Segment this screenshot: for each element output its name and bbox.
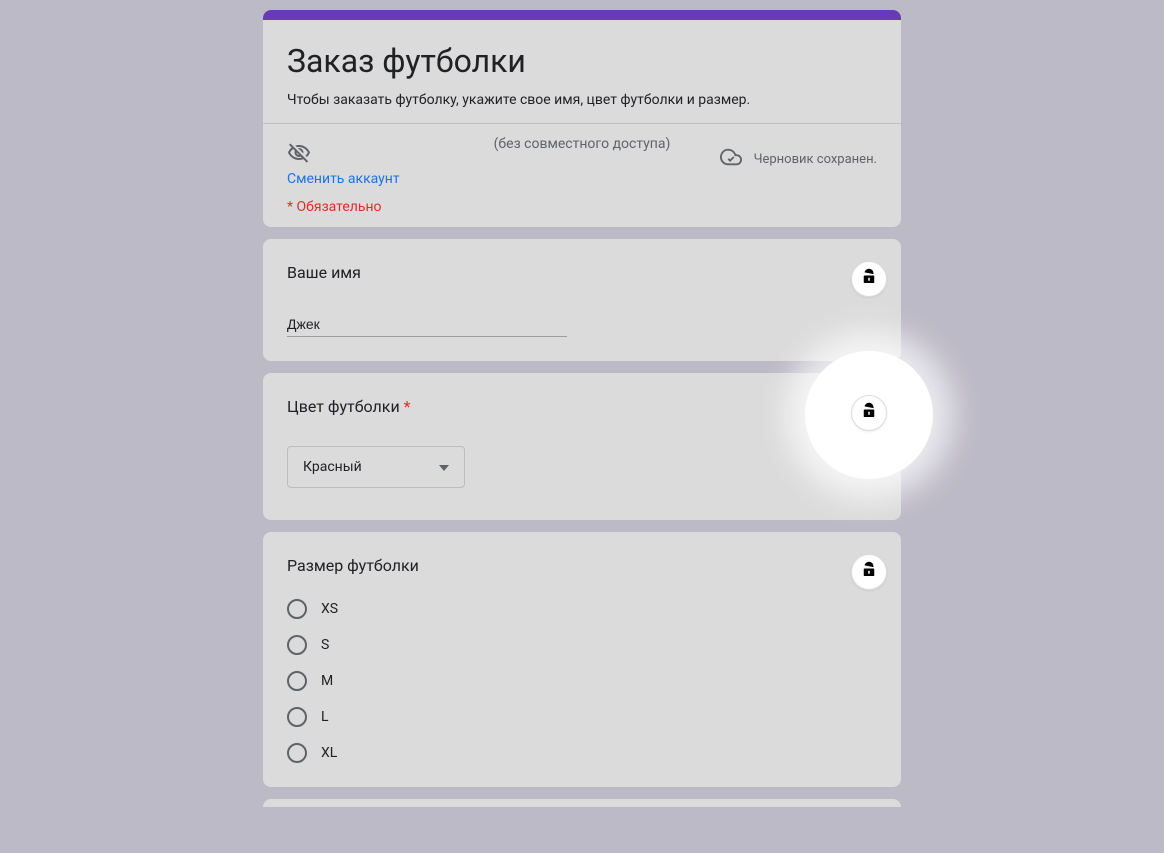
unlock-icon (860, 268, 878, 290)
form-description: Чтобы заказать футболку, укажите свое им… (287, 92, 877, 108)
question-card-size: Размер футболки XS S M L XL (263, 532, 901, 787)
question-label-color: Цвет футболки * (287, 397, 877, 416)
question-card-next (263, 799, 901, 807)
radio-option[interactable]: S (287, 635, 877, 655)
visibility-off-icon (287, 141, 311, 165)
radio-label: XS (321, 601, 338, 617)
radio-circle-icon (287, 707, 307, 727)
color-select[interactable]: Красный (287, 446, 465, 488)
radio-label: XL (321, 745, 337, 761)
required-note: * Обязательно (287, 199, 877, 215)
radio-circle-icon (287, 743, 307, 763)
cloud-done-icon (720, 146, 742, 172)
question-card-name: Ваше имя (263, 239, 901, 361)
radio-option[interactable]: XL (287, 743, 877, 763)
form-title: Заказ футболки (287, 42, 877, 80)
radio-label: S (321, 637, 329, 653)
radio-label: M (321, 673, 333, 689)
radio-option[interactable]: L (287, 707, 877, 727)
name-input[interactable] (287, 312, 567, 337)
radio-circle-icon (287, 599, 307, 619)
unlock-icon (860, 561, 878, 583)
color-selected-value: Красный (303, 459, 362, 475)
radio-option[interactable]: XS (287, 599, 877, 619)
radio-label: L (321, 709, 329, 725)
lock-button-color[interactable] (851, 395, 887, 431)
radio-option[interactable]: M (287, 671, 877, 691)
question-label-size: Размер футболки (287, 556, 877, 575)
switch-account-link[interactable]: Сменить аккаунт (287, 171, 400, 187)
question-label-name: Ваше имя (287, 263, 877, 282)
no-share-label: (без совместного доступа) (494, 136, 671, 152)
size-radio-group: XS S M L XL (287, 597, 877, 763)
draft-saved-label: Черновик сохранен. (754, 152, 877, 167)
unlock-icon (860, 402, 878, 424)
radio-circle-icon (287, 635, 307, 655)
chevron-down-icon (439, 459, 449, 475)
form-header-card: Заказ футболки Чтобы заказать футболку, … (263, 10, 901, 227)
lock-button-name[interactable] (851, 261, 887, 297)
radio-circle-icon (287, 671, 307, 691)
lock-button-size[interactable] (851, 554, 887, 590)
accent-bar (263, 10, 901, 20)
question-card-color: Цвет футболки * Красный (263, 373, 901, 520)
